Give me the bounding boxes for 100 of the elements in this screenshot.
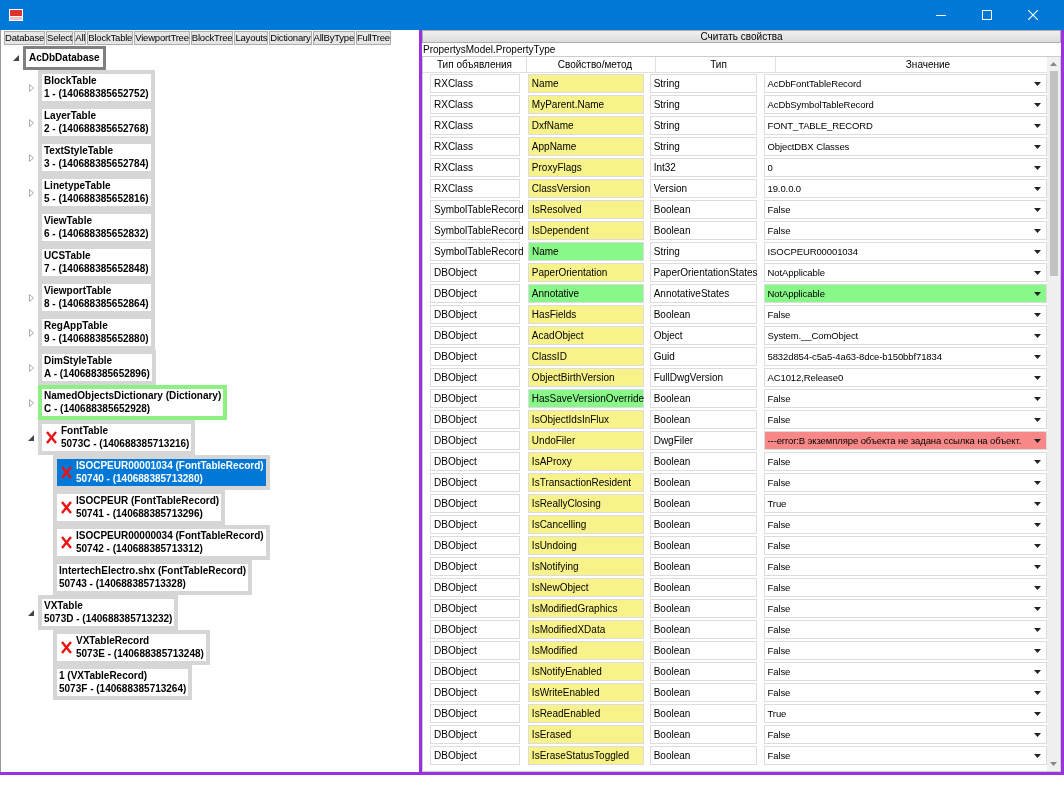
tree-node[interactable]: NamedObjectsDictionary (Dictionary) C - (140688385652928)	[38, 385, 228, 420]
tree-node[interactable]: 1 (VXTableRecord) 5073F - (140688385713264)	[53, 665, 193, 700]
value-dropdown[interactable]: AC1012,Release0	[763, 368, 1047, 387]
value-dropdown[interactable]: True	[763, 494, 1047, 513]
table-cell: Boolean	[649, 452, 757, 471]
value-dropdown[interactable]: False	[763, 683, 1047, 702]
tree-node[interactable]: ISOCPEUR (FontTableRecord) 50741 - (140688385713296)	[53, 490, 226, 525]
value-dropdown[interactable]: FONT_TABLE_RECORD	[763, 116, 1047, 135]
tree-node[interactable]: LayerTable 2 - (140688385652768)	[38, 105, 155, 140]
table-cell: String	[649, 242, 757, 261]
toolbar-button[interactable]: FullTree	[356, 31, 391, 45]
value-dropdown[interactable]: ISOCPEUR00001034	[763, 242, 1047, 261]
expanded-icon[interactable]	[28, 434, 34, 441]
value-dropdown[interactable]: False	[763, 410, 1047, 429]
table-cell: Name	[527, 74, 644, 93]
value-dropdown[interactable]: ---error:В экземпляре объекта не задана ссылка на объект.	[763, 431, 1047, 450]
maximize-icon[interactable]	[982, 10, 992, 20]
toolbar-button[interactable]: BlockTree	[190, 31, 234, 45]
value-dropdown[interactable]: 0	[763, 158, 1047, 177]
toolbar-button[interactable]: Layouts	[234, 31, 269, 45]
toolbar-button[interactable]: AllByType	[312, 31, 355, 45]
collapsed-icon[interactable]	[28, 83, 34, 92]
value-dropdown[interactable]: False	[763, 725, 1047, 744]
collapsed-icon[interactable]	[28, 188, 34, 197]
toolbar-button[interactable]: BlockTable	[87, 31, 134, 45]
value-dropdown[interactable]: False	[763, 536, 1047, 555]
value-dropdown[interactable]: AcDbFontTableRecord	[763, 74, 1047, 93]
tree-node[interactable]: FontTable 5073C - (140688385713216)	[38, 420, 196, 455]
scroll-thumb[interactable]	[1049, 71, 1058, 276]
caret-icon	[1034, 585, 1041, 590]
tree-node[interactable]: ISOCPEUR00000034 (FontTableRecord) 50742 - (140688385713312)	[53, 525, 270, 560]
value-dropdown[interactable]: AcDbSymbolTableRecord	[763, 95, 1047, 114]
value-dropdown[interactable]: False	[763, 746, 1047, 765]
scrollbar[interactable]	[1047, 57, 1060, 771]
toolbar-button[interactable]: Select	[46, 31, 74, 45]
value-dropdown[interactable]: False	[763, 473, 1047, 492]
value-dropdown[interactable]: True	[763, 704, 1047, 723]
value-dropdown[interactable]: False	[763, 452, 1047, 471]
expanded-icon[interactable]	[28, 609, 34, 616]
toolbar-button[interactable]: Dictionary	[269, 31, 312, 45]
expanded-icon[interactable]	[13, 55, 19, 61]
value-dropdown[interactable]: 5832d854-c5a5-4a63-8dce-b150bbf71834	[763, 347, 1047, 366]
value-dropdown[interactable]: System.__ComObject	[763, 326, 1047, 345]
collapsed-icon[interactable]	[28, 293, 34, 302]
table-cell: RXClass	[430, 179, 520, 198]
caret-icon	[1034, 480, 1041, 485]
value-dropdown[interactable]: False	[763, 389, 1047, 408]
value-dropdown[interactable]: False	[763, 599, 1047, 618]
node-title: LinetypeTable	[44, 180, 112, 193]
table-cell: Boolean	[649, 515, 757, 534]
table-cell: DBObject	[430, 557, 520, 576]
tree-node[interactable]: DimStyleTable A - (140688385652896)	[38, 350, 156, 385]
value-dropdown[interactable]: False	[763, 578, 1047, 597]
minimize-icon[interactable]	[936, 14, 946, 16]
tree-node[interactable]: ViewTable 6 - (140688385652832)	[38, 210, 155, 245]
tree-node[interactable]: BlockTable 1 - (140688385652752)	[38, 70, 155, 105]
table-cell: IsNotifyEnabled	[527, 662, 644, 681]
value-dropdown[interactable]: False	[763, 305, 1047, 324]
collapsed-icon[interactable]	[28, 398, 34, 407]
tree-node[interactable]: LinetypeTable 5 - (140688385652816)	[38, 175, 155, 210]
tree-node[interactable]: UCSTable 7 - (140688385652848)	[38, 245, 155, 280]
tree-node[interactable]: TextStyleTable 3 - (140688385652784)	[38, 140, 155, 175]
value-dropdown[interactable]: 19.0.0.0	[763, 179, 1047, 198]
toolbar-button[interactable]: Database	[4, 31, 46, 45]
tree-node[interactable]: ViewportTable 8 - (140688385652864)	[38, 280, 155, 315]
value-dropdown[interactable]: False	[763, 221, 1047, 240]
table-cell: RXClass	[430, 74, 520, 93]
value-dropdown[interactable]: False	[763, 515, 1047, 534]
column-header[interactable]: Свойство/метод	[535, 57, 656, 72]
caret-icon	[1034, 396, 1041, 401]
collapsed-icon[interactable]	[28, 328, 34, 337]
tree-node[interactable]: ISOCPEUR00001034 (FontTableRecord) 50740 - (140688385713280)	[53, 455, 270, 490]
tree-node[interactable]: RegAppTable 9 - (140688385652880)	[38, 315, 155, 350]
collapsed-icon[interactable]	[28, 363, 34, 372]
table-cell: DBObject	[430, 746, 520, 765]
collapsed-icon[interactable]	[28, 153, 34, 162]
toolbar-button[interactable]: ViewportTree	[134, 31, 190, 45]
tree-node[interactable]: AcDbDatabase	[23, 46, 106, 70]
value-dropdown[interactable]: False	[763, 620, 1047, 639]
value-dropdown[interactable]: False	[763, 641, 1047, 660]
value-dropdown[interactable]: False	[763, 557, 1047, 576]
read-properties-button[interactable]: Считать свойства	[422, 30, 1061, 43]
value-dropdown[interactable]: NotApplicable	[763, 263, 1047, 282]
collapsed-icon[interactable]	[28, 118, 34, 127]
value-dropdown[interactable]: NotApplicable	[763, 284, 1047, 303]
toolbar-button[interactable]: All	[74, 31, 87, 45]
tree-node[interactable]: VXTableRecord 5073E - (140688385713248)	[53, 630, 210, 665]
caret-icon	[1034, 165, 1041, 170]
value-dropdown[interactable]: ObjectDBX Classes	[763, 137, 1047, 156]
close-icon[interactable]	[1028, 10, 1038, 20]
tree-node[interactable]: VXTable 5073D - (140688385713232)	[38, 595, 179, 630]
node-id: 5 - (140688385652816)	[44, 192, 149, 205]
table-cell: DBObject	[430, 494, 520, 513]
tree-node[interactable]: IntertechElectro.shx (FontTableRecord) 50743 - (140688385713328)	[53, 560, 253, 595]
scroll-down-icon[interactable]	[1050, 762, 1057, 766]
value-dropdown[interactable]: False	[763, 662, 1047, 681]
node-title: NamedObjectsDictionary (Dictionary)	[44, 390, 222, 403]
table-cell: DBObject	[430, 410, 520, 429]
scroll-up-icon[interactable]	[1050, 62, 1057, 66]
value-dropdown[interactable]: False	[763, 200, 1047, 219]
